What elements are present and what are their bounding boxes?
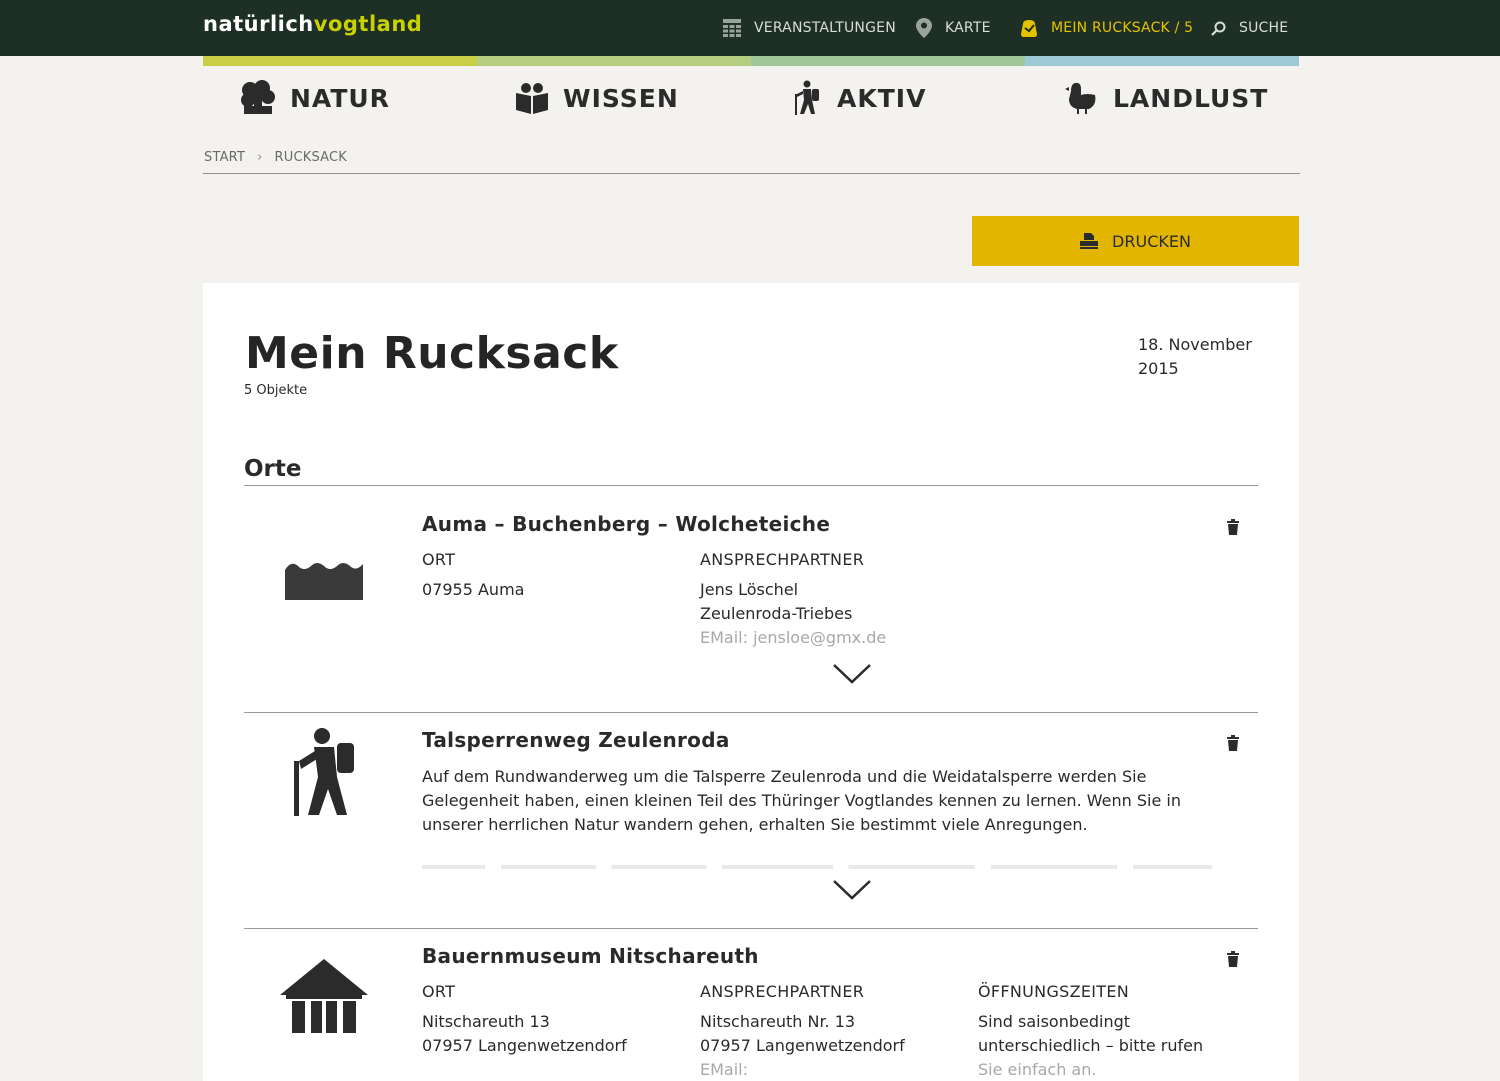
tree-icon <box>241 80 275 114</box>
wave-landscape-icon <box>285 563 363 600</box>
nav-rucksack-label: MEIN RUCKSACK / 5 <box>1051 20 1194 36</box>
printer-icon <box>1080 233 1099 249</box>
item-count: 5 Objekte <box>244 383 308 398</box>
breadcrumb-separator: › <box>257 150 263 165</box>
hours-line-3: Sie einfach an. <box>978 1060 1097 1079</box>
contact-email: EMail: jensloe@gmx.de <box>700 628 887 647</box>
chevron-down-icon[interactable] <box>832 879 872 901</box>
top-bar: natürlichvogtland VERANSTALTUNGEN KARTE … <box>0 0 1500 56</box>
color-strip-wissen <box>477 56 751 66</box>
breadcrumb: START › RUCKSACK <box>204 150 347 165</box>
category-natur-label: NATUR <box>290 83 390 113</box>
chevron-down-icon[interactable] <box>832 663 872 685</box>
item-location: ORT 07955 Auma <box>422 548 682 602</box>
color-strip-natur <box>203 56 477 66</box>
category-wissen[interactable]: WISSEN <box>515 78 679 118</box>
hours-line-2: unterschiedlich – bitte rufen <box>978 1036 1204 1055</box>
hiker-icon <box>294 728 354 816</box>
location-label: ORT <box>422 550 456 569</box>
page-date: 18. November 2015 <box>1138 335 1252 378</box>
location-line-2: 07957 Langenwetzendorf <box>422 1036 627 1055</box>
nav-events[interactable]: VERANSTALTUNGEN <box>723 17 896 39</box>
contact-line-2: 07957 Langenwetzendorf <box>700 1036 905 1055</box>
category-wissen-label: WISSEN <box>563 83 679 113</box>
nav-map-label: KARTE <box>945 20 991 36</box>
hours-label: ÖFFNUNGSZEITEN <box>978 982 1130 1001</box>
contact-city: Zeulenroda-Triebes <box>700 604 853 623</box>
nav-search[interactable]: SUCHE <box>1211 17 1288 39</box>
item-description: Auf dem Rundwanderweg um die Talsperre Z… <box>422 767 1181 834</box>
item-divider <box>244 712 1258 713</box>
rucksack-card: Mein Rucksack 5 Objekte 18. November 201… <box>203 283 1299 1081</box>
category-natur[interactable]: NATUR <box>240 78 390 118</box>
backpack-icon <box>1021 20 1037 37</box>
category-aktiv-label: AKTIV <box>837 83 927 113</box>
contact-email: EMail: <box>700 1060 748 1079</box>
item-contact: ANSPRECHPARTNER Jens Löschel Zeulenroda-… <box>700 548 1000 650</box>
breadcrumb-divider <box>203 173 1300 174</box>
nav-search-label: SUCHE <box>1239 20 1289 36</box>
location-value: 07955 Auma <box>422 580 525 599</box>
site-logo[interactable]: natürlichvogtland <box>203 12 422 36</box>
item-location: ORT Nitschareuth 13 07957 Langenwetzendo… <box>422 980 682 1058</box>
print-button[interactable]: DRUCKEN <box>972 216 1299 266</box>
category-landlust-label: LANDLUST <box>1113 83 1269 113</box>
contact-label: ANSPRECHPARTNER <box>700 550 865 569</box>
trash-icon[interactable] <box>1227 735 1239 751</box>
trash-icon[interactable] <box>1227 951 1239 967</box>
category-aktiv[interactable]: AKTIV <box>791 78 926 118</box>
item-opening-hours: ÖFFNUNGSZEITEN Sind saisonbedingt unters… <box>978 980 1238 1081</box>
print-button-label: DRUCKEN <box>1112 231 1191 251</box>
item-contact: ANSPRECHPARTNER Nitschareuth Nr. 13 0795… <box>700 980 960 1081</box>
category-landlust[interactable]: LANDLUST <box>1065 78 1268 118</box>
page-title: Mein Rucksack <box>245 328 619 379</box>
item-title[interactable]: Talsperrenweg Zeulenroda <box>422 728 730 752</box>
contact-label: ANSPRECHPARTNER <box>700 982 865 1001</box>
location-label: ORT <box>422 982 456 1001</box>
breadcrumb-start[interactable]: START <box>204 150 245 165</box>
color-strip-landlust <box>1025 56 1299 66</box>
nav-rucksack[interactable]: MEIN RUCKSACK / 5 <box>1020 17 1193 39</box>
contact-line-1: Nitschareuth Nr. 13 <box>700 1012 856 1031</box>
book-icon <box>516 83 548 114</box>
map-pin-icon <box>916 18 932 38</box>
calendar-grid-icon <box>723 19 741 37</box>
hours-line-1: Sind saisonbedingt <box>978 1012 1131 1031</box>
item-divider <box>244 928 1258 929</box>
color-strip-aktiv <box>751 56 1025 66</box>
contact-name: Jens Löschel <box>700 580 799 599</box>
search-icon <box>1211 21 1226 36</box>
hiker-small-icon <box>795 80 819 115</box>
item-title[interactable]: Bauernmuseum Nitschareuth <box>422 944 759 968</box>
breadcrumb-current: RUCKSACK <box>274 150 348 165</box>
nav-map[interactable]: KARTE <box>916 17 991 39</box>
nav-events-label: VERANSTALTUNGEN <box>754 20 896 36</box>
location-line-1: Nitschareuth 13 <box>422 1012 550 1031</box>
museum-icon <box>280 959 368 1033</box>
section-divider <box>244 485 1258 486</box>
section-title-orte: Orte <box>244 456 302 482</box>
chicken-icon <box>1065 82 1096 114</box>
trash-icon[interactable] <box>1227 519 1239 535</box>
item-title[interactable]: Auma – Buchenberg – Wolcheteiche <box>422 512 830 536</box>
faded-more-text <box>422 865 1212 877</box>
